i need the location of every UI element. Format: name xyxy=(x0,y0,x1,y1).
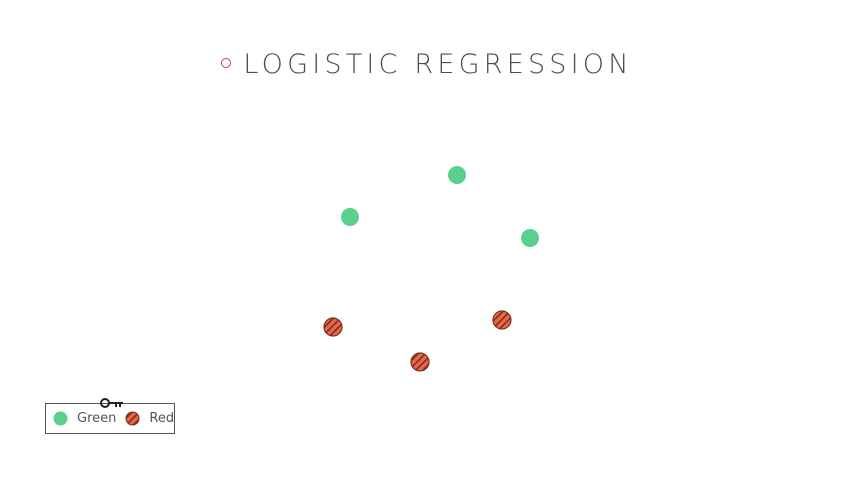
green-point-3 xyxy=(521,229,539,247)
points-layer xyxy=(323,166,539,372)
green-point-1 xyxy=(341,208,359,226)
red-swatch-icon xyxy=(125,411,140,426)
legend-label-red: Red xyxy=(149,411,175,426)
legend-items: Green Red xyxy=(46,404,174,433)
red-point-2 xyxy=(410,352,430,372)
green-swatch-icon xyxy=(53,411,68,426)
red-point-1 xyxy=(323,317,343,337)
legend: Green Red xyxy=(45,398,175,434)
red-point-3 xyxy=(492,310,512,330)
green-point-2 xyxy=(448,166,466,184)
legend-item-green: Green xyxy=(53,411,116,426)
legend-label-green: Green xyxy=(77,411,117,426)
diagram-canvas: LOGISTIC REGRESSION Green Red xyxy=(0,0,854,480)
legend-item-red: Red xyxy=(125,411,174,426)
